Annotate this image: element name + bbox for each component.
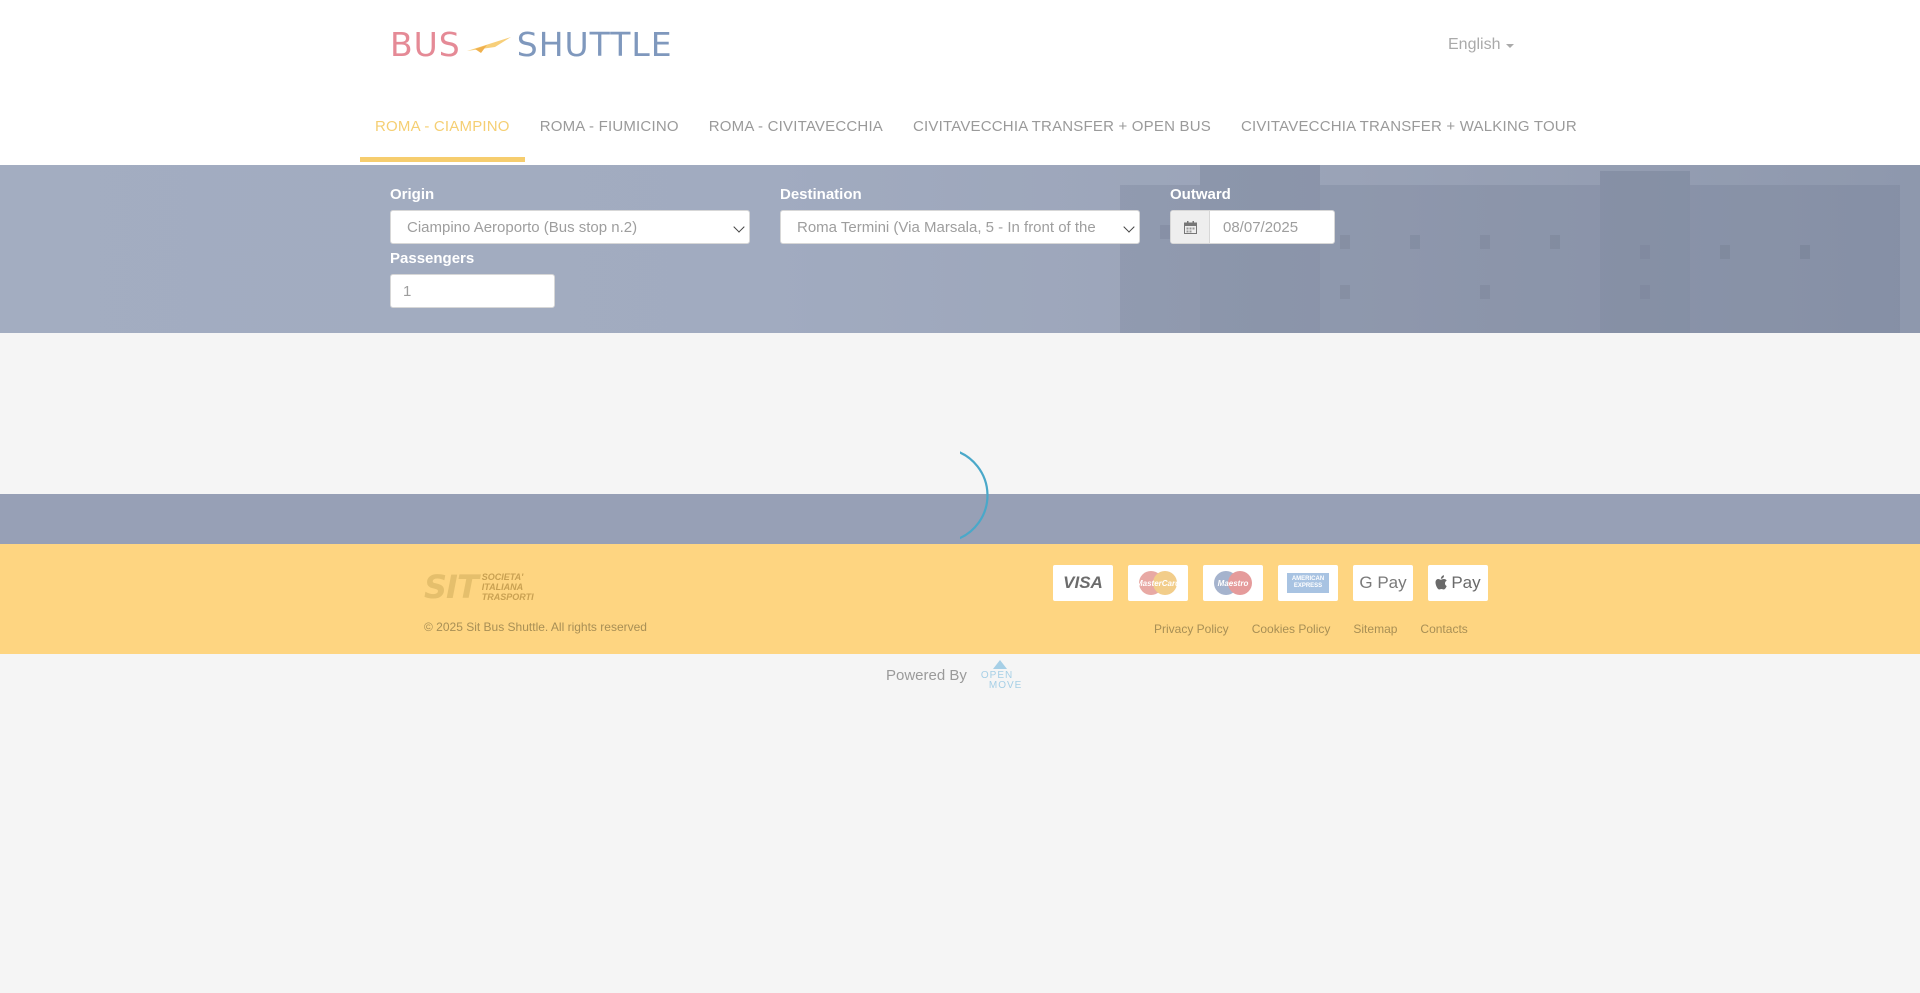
destination-value: Roma Termini (Via Marsala, 5 - In front …	[797, 218, 1096, 236]
passengers-input[interactable]: 1	[390, 274, 555, 308]
destination-label: Destination	[780, 186, 862, 203]
apple-pay-icon: Pay	[1428, 565, 1488, 601]
destination-select[interactable]: Roma Termini (Via Marsala, 5 - In front …	[780, 210, 1140, 244]
calendar-icon[interactable]	[1171, 211, 1210, 243]
contacts-link[interactable]: Contacts	[1420, 622, 1467, 636]
logo-shuttle-text: SHUTTLE	[516, 24, 673, 64]
sit-line-3: TRASPORTI	[481, 592, 534, 602]
language-label: English	[1448, 36, 1501, 53]
loading-spinner-icon	[960, 451, 989, 540]
origin-value: Ciampino Aeroporto (Bus stop n.2)	[407, 218, 638, 236]
tab-civitavecchia-open-bus[interactable]: CIVITAVECCHIA TRANSFER + OPEN BUS	[898, 102, 1226, 162]
cookies-policy-link[interactable]: Cookies Policy	[1252, 622, 1331, 636]
passengers-value: 1	[403, 282, 412, 300]
maestro-label: Maestro	[1217, 578, 1249, 588]
amex-label: AMERICAN EXPRESS	[1287, 573, 1329, 593]
sit-logo-mark: SIT	[424, 568, 479, 606]
tab-civitavecchia-walking-tour[interactable]: CIVITAVECCHIA TRANSFER + WALKING TOUR	[1226, 102, 1592, 162]
sit-line-1: SOCIETA'	[481, 572, 524, 582]
visa-icon: VISA	[1053, 565, 1113, 601]
openmove-logo[interactable]: OPEN MOVE	[979, 660, 1023, 691]
maestro-icon: Maestro	[1203, 565, 1263, 601]
plane-icon	[466, 37, 511, 53]
language-dropdown[interactable]: English	[1448, 36, 1515, 54]
sit-logo-words: SOCIETA' ITALIANA TRASPORTI	[482, 572, 534, 602]
google-pay-label: G Pay	[1359, 573, 1407, 592]
tab-roma-ciampino[interactable]: ROMA - CIAMPINO	[360, 102, 525, 162]
tab-roma-civitavecchia[interactable]: ROMA - CIVITAVECCHIA	[694, 102, 898, 162]
sit-line-2: ITALIANA	[481, 582, 524, 592]
payment-methods: VISA MasterCard Maestro AMERICAN EXPRESS…	[1053, 565, 1488, 601]
site-header: BUS SHUTTLE English ROMA - CIAMPINO ROMA…	[0, 0, 1920, 165]
route-tabs: ROMA - CIAMPINO ROMA - FIUMICINO ROMA - …	[360, 102, 1592, 164]
privacy-policy-link[interactable]: Privacy Policy	[1154, 622, 1229, 636]
tab-roma-fiumicino[interactable]: ROMA - FIUMICINO	[525, 102, 694, 162]
site-footer: SIT SOCIETA' ITALIANA TRASPORTI © 2025 S…	[0, 544, 1920, 654]
sit-logo[interactable]: SIT SOCIETA' ITALIANA TRASPORTI	[424, 568, 534, 606]
chevron-down-icon	[733, 221, 745, 233]
origin-select[interactable]: Ciampino Aeroporto (Bus stop n.2)	[390, 210, 750, 244]
copyright-text: © 2025 Sit Bus Shuttle. All rights reser…	[424, 620, 647, 634]
sitemap-link[interactable]: Sitemap	[1353, 622, 1397, 636]
logo-bus-text: BUS	[390, 24, 461, 64]
chevron-down-icon	[1123, 221, 1135, 233]
powered-by-label: Powered By	[886, 666, 967, 684]
mastercard-label: MasterCard	[1135, 578, 1180, 588]
passengers-label: Passengers	[390, 250, 475, 267]
openmove-line-2: MOVE	[988, 680, 1023, 691]
origin-label: Origin	[390, 186, 435, 203]
mastercard-icon: MasterCard	[1128, 565, 1188, 601]
footer-links: Privacy Policy Cookies Policy Sitemap Co…	[1154, 622, 1468, 636]
outward-label: Outward	[1170, 186, 1231, 203]
bus-shuttle-logo[interactable]: BUS SHUTTLE	[390, 24, 673, 64]
amex-icon: AMERICAN EXPRESS	[1278, 565, 1338, 601]
powered-by: Powered By OPEN MOVE	[886, 660, 1023, 691]
search-panel: Origin Ciampino Aeroporto (Bus stop n.2)…	[0, 165, 1920, 333]
caret-down-icon	[1506, 44, 1515, 48]
google-pay-icon: G Pay	[1353, 565, 1413, 601]
apple-pay-label: Pay	[1451, 573, 1481, 592]
apple-icon	[1435, 575, 1448, 590]
visa-label: VISA	[1063, 573, 1103, 592]
outward-date-input[interactable]: 08/07/2025	[1170, 210, 1335, 244]
outward-date-value: 08/07/2025	[1223, 218, 1299, 236]
